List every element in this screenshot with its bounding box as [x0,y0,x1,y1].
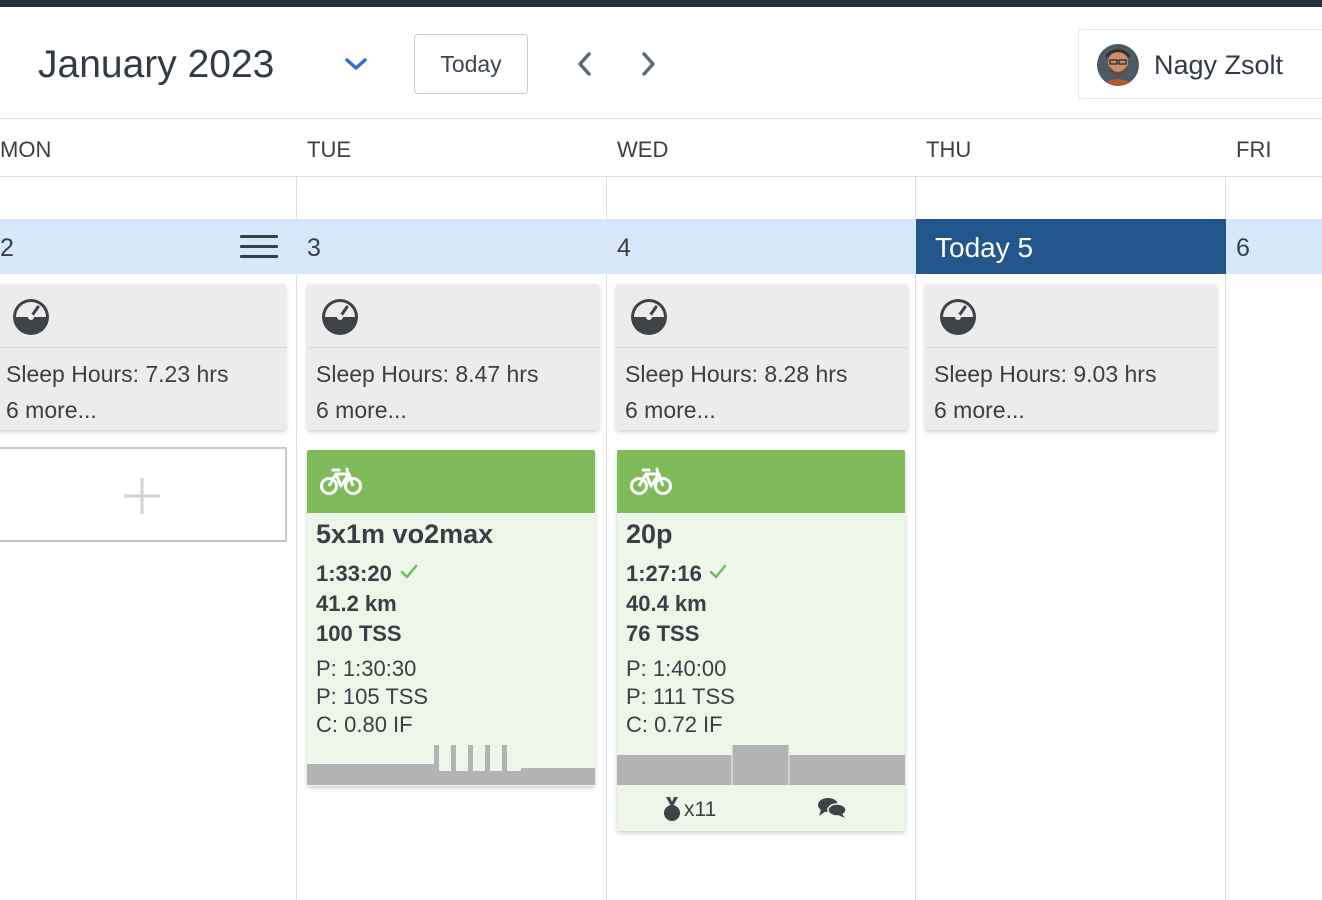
workout-distance: 41.2 km [316,591,397,616]
metrics-card-thu[interactable]: Sleep Hours: 9.03 hrs 6 more... [925,284,1217,430]
user-name: Nagy Zsolt [1154,50,1284,80]
weekday-mon: MON [0,137,52,162]
workout-duration: 1:27:16 [626,561,702,586]
workout-tss: 76 TSS [626,621,700,646]
gauge-icon [13,299,49,335]
checkmark-icon [709,564,727,579]
checkmark-icon [400,564,418,579]
weekday-fri: FRI [1236,137,1272,162]
column-divider [606,177,607,900]
more-metrics-link[interactable]: 6 more... [6,397,97,424]
add-workout-button[interactable] [0,447,287,542]
metrics-card-wed[interactable]: Sleep Hours: 8.28 hrs 6 more... [616,284,908,430]
intensity-factor: C: 0.72 IF [626,712,723,737]
metrics-card-mon[interactable]: Sleep Hours: 7.23 hrs 6 more... [0,284,286,430]
plus-icon [124,478,160,514]
intensity-factor: C: 0.80 IF [316,712,413,737]
bike-icon [320,467,362,495]
more-metrics-link[interactable]: 6 more... [316,397,407,424]
top-bar [0,0,1322,7]
gauge-icon [631,299,667,335]
weekday-header-row: MON TUE WED THU FRI [0,120,1322,177]
bike-icon [630,467,672,495]
today-date-label: Today 5 [935,232,1034,263]
date-tue[interactable]: 3 [307,234,321,263]
workout-footer: x11 [617,785,905,830]
workout-duration: 1:33:20 [316,561,392,586]
date-row: 2 3 4 Today 5 6 [0,219,1322,274]
workout-profile-chart [617,745,905,785]
workout-profile-chart [307,745,595,785]
user-menu[interactable]: Nagy Zsolt [1078,29,1322,99]
more-metrics-link[interactable]: 6 more... [934,397,1025,424]
sleep-hours: Sleep Hours: 9.03 hrs [934,361,1157,387]
today-button[interactable]: Today [414,34,528,94]
planned-duration: P: 1:40:00 [626,656,727,681]
date-wed[interactable]: 4 [617,234,631,263]
planned-tss: P: 105 TSS [316,684,429,709]
gauge-icon [322,299,358,335]
weekday-tue: TUE [307,137,351,162]
today-date-cell[interactable]: Today 5 [916,219,1226,274]
workout-header [307,450,595,513]
sleep-hours: Sleep Hours: 7.23 hrs [6,361,229,387]
weekday-wed: WED [617,137,669,162]
chevron-right-icon[interactable] [633,48,663,80]
more-metrics-link[interactable]: 6 more... [625,397,716,424]
sleep-hours: Sleep Hours: 8.28 hrs [625,361,848,387]
chevron-left-icon[interactable] [570,48,600,80]
workout-header [617,450,905,513]
comments-icon[interactable] [817,797,847,819]
workout-card-wed[interactable]: 20p 1:27:16 40.4 km 76 TSS P: 1:40:00 P:… [617,450,905,831]
weekday-thu: THU [926,137,972,162]
column-divider [915,177,916,900]
planned-duration: P: 1:30:30 [316,656,417,681]
gauge-icon [940,299,976,335]
column-divider [296,177,297,900]
date-mon[interactable]: 2 [0,234,14,263]
sleep-hours: Sleep Hours: 8.47 hrs [316,361,539,387]
workout-tss: 100 TSS [316,621,402,646]
date-fri[interactable]: 6 [1236,234,1250,263]
hamburger-menu-icon[interactable] [240,235,278,259]
planned-tss: P: 111 TSS [626,684,735,709]
column-divider [1225,177,1226,900]
workout-title: 20p [626,519,673,549]
workout-title: 5x1m vo2max [316,519,494,549]
medal-count: x11 [684,798,717,821]
chevron-down-icon[interactable] [340,51,372,77]
avatar [1097,44,1139,86]
month-title: January 2023 [38,43,275,86]
workout-card-tue[interactable]: 5x1m vo2max 1:33:20 41.2 km 100 TSS P: 1… [307,450,595,786]
calendar-header: January 2023 Today Nagy Zsolt [0,7,1322,119]
workout-distance: 40.4 km [626,591,707,616]
medal-icon[interactable] [662,796,682,822]
metrics-card-tue[interactable]: Sleep Hours: 8.47 hrs 6 more... [307,284,599,430]
